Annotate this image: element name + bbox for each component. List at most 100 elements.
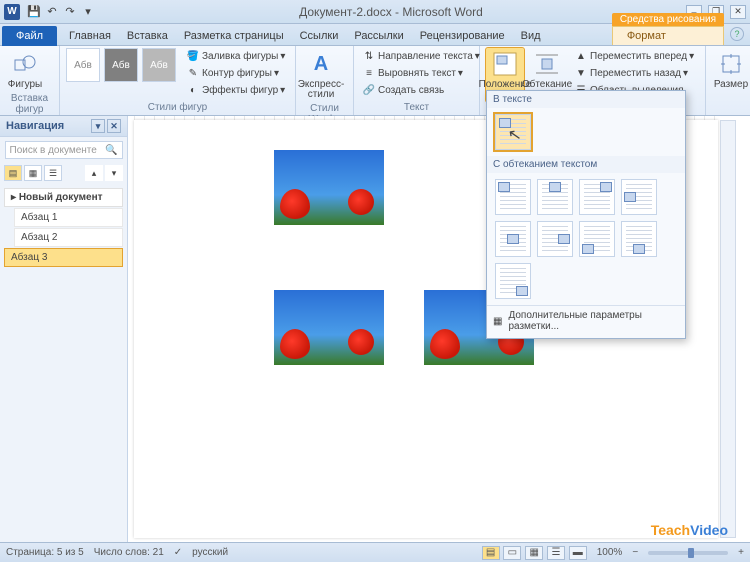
zoom-slider[interactable] bbox=[648, 551, 728, 555]
save-icon[interactable]: 💾 bbox=[26, 4, 42, 20]
pos-top-left[interactable] bbox=[495, 179, 531, 215]
popup-section-inline: В тексте bbox=[487, 91, 685, 108]
search-icon: 🔍 bbox=[105, 145, 117, 156]
pen-icon: ✎ bbox=[186, 66, 200, 80]
shapes-icon bbox=[11, 50, 39, 78]
window-title: Документ-2.docx - Microsoft Word bbox=[96, 5, 686, 19]
nav-item-1[interactable]: Абзац 1 bbox=[14, 208, 123, 227]
tab-review[interactable]: Рецензирование bbox=[412, 27, 513, 45]
status-proofing-icon[interactable]: ✓ bbox=[174, 547, 182, 558]
create-link-button[interactable]: 🔗Создать связь bbox=[360, 82, 482, 98]
popup-section-wrap: С обтеканием текстом bbox=[487, 156, 685, 173]
zoom-out-icon[interactable]: − bbox=[632, 547, 638, 558]
nav-view-tabs: ▤ ▦ ☰ ▴ ▾ bbox=[0, 163, 127, 183]
tab-mailings[interactable]: Рассылки bbox=[346, 27, 411, 45]
view-draft[interactable]: ▬ bbox=[569, 546, 587, 560]
image-1[interactable] bbox=[274, 150, 384, 225]
send-backward-button[interactable]: ▼Переместить назад ▾ bbox=[572, 65, 696, 81]
pos-bot-left[interactable] bbox=[579, 221, 615, 257]
tab-references[interactable]: Ссылки bbox=[292, 27, 347, 45]
pos-top-center[interactable] bbox=[537, 179, 573, 215]
wordart-styles-button[interactable]: A Экспресс-стили bbox=[302, 48, 340, 102]
view-buttons: ▤ ▭ ▦ ☰ ▬ bbox=[481, 546, 587, 560]
bring-forward-button[interactable]: ▲Переместить вперед ▾ bbox=[572, 48, 696, 64]
wrap-icon bbox=[533, 50, 561, 78]
nav-item-3[interactable]: Абзац 3 bbox=[4, 248, 123, 267]
tab-insert[interactable]: Вставка bbox=[119, 27, 176, 45]
direction-icon: ⇅ bbox=[362, 49, 376, 63]
letter-icon: A bbox=[307, 50, 335, 78]
align-text-button[interactable]: ≡Выровнять текст ▾ bbox=[360, 65, 482, 81]
file-tab[interactable]: Файл bbox=[2, 26, 57, 46]
nav-headings-tab[interactable]: ▤ bbox=[4, 165, 22, 181]
tab-view[interactable]: Вид bbox=[513, 27, 549, 45]
zoom-level[interactable]: 100% bbox=[597, 547, 623, 558]
status-bar: Страница: 5 из 5 Число слов: 21 ✓ русски… bbox=[0, 542, 750, 562]
quick-access-toolbar: 💾 ↶ ↷ ▾ bbox=[26, 4, 96, 20]
pos-bot-right[interactable] bbox=[495, 263, 531, 299]
size-icon bbox=[717, 50, 745, 78]
undo-icon[interactable]: ↶ bbox=[44, 4, 60, 20]
shape-fill-button[interactable]: 🪣Заливка фигуры ▾ bbox=[184, 48, 287, 64]
nav-dropdown-icon[interactable]: ▾ bbox=[91, 119, 105, 133]
qat-more-icon[interactable]: ▾ bbox=[80, 4, 96, 20]
vertical-scrollbar[interactable] bbox=[720, 120, 736, 538]
forward-icon: ▲ bbox=[574, 49, 588, 63]
pos-bot-center[interactable] bbox=[621, 221, 657, 257]
nav-tree: ▸ Новый документ Абзац 1 Абзац 2 Абзац 3 bbox=[2, 187, 125, 268]
view-web[interactable]: ▦ bbox=[525, 546, 543, 560]
layout-options-icon: ▦ bbox=[493, 316, 502, 327]
bucket-icon: 🪣 bbox=[186, 49, 200, 63]
style-swatch-2[interactable]: Абв bbox=[104, 48, 138, 82]
shapes-button[interactable]: Фигуры bbox=[6, 48, 44, 92]
contextual-tab-group: Средства рисования Формат bbox=[612, 13, 724, 45]
pos-mid-right[interactable] bbox=[537, 221, 573, 257]
nav-doc-root[interactable]: ▸ Новый документ bbox=[4, 188, 123, 207]
style-swatch-1[interactable]: Абв bbox=[66, 48, 100, 82]
close-icon[interactable]: ✕ bbox=[730, 5, 746, 19]
nav-pages-tab[interactable]: ▦ bbox=[24, 165, 42, 181]
nav-item-2[interactable]: Абзац 2 bbox=[14, 228, 123, 247]
group-size: Размер bbox=[706, 46, 750, 115]
status-page[interactable]: Страница: 5 из 5 bbox=[6, 547, 84, 558]
tab-home[interactable]: Главная bbox=[61, 27, 119, 45]
redo-icon[interactable]: ↷ bbox=[62, 4, 78, 20]
tab-layout[interactable]: Разметка страницы bbox=[176, 27, 292, 45]
style-swatch-3[interactable]: Абв bbox=[142, 48, 176, 82]
status-language[interactable]: русский bbox=[192, 547, 228, 558]
more-layout-options[interactable]: ▦ Дополнительные параметры разметки... bbox=[487, 305, 685, 336]
shape-outline-button[interactable]: ✎Контур фигуры ▾ bbox=[184, 65, 287, 81]
contextual-tab-header: Средства рисования bbox=[612, 13, 724, 26]
nav-up-icon[interactable]: ▴ bbox=[85, 165, 103, 181]
effects-icon: ◐ bbox=[186, 83, 200, 97]
image-2[interactable] bbox=[274, 290, 384, 365]
status-words[interactable]: Число слов: 21 bbox=[94, 547, 164, 558]
tab-format[interactable]: Формат bbox=[612, 26, 724, 45]
nav-close-icon[interactable]: ✕ bbox=[107, 119, 121, 133]
pos-top-right[interactable] bbox=[579, 179, 615, 215]
position-icon bbox=[491, 50, 519, 78]
text-direction-button[interactable]: ⇅Направление текста ▾ bbox=[360, 48, 482, 64]
ribbon-tabs: Файл Главная Вставка Разметка страницы С… bbox=[0, 24, 750, 46]
nav-down-icon[interactable]: ▾ bbox=[105, 165, 123, 181]
watermark: TeachVideo bbox=[651, 522, 728, 538]
backward-icon: ▼ bbox=[574, 66, 588, 80]
shape-effects-button[interactable]: ◐Эффекты фигур ▾ bbox=[184, 82, 287, 98]
view-print-layout[interactable]: ▤ bbox=[482, 546, 500, 560]
navigation-title: Навигация ▾ ✕ bbox=[0, 116, 127, 137]
help-icon[interactable]: ? bbox=[730, 27, 744, 41]
align-icon: ≡ bbox=[362, 66, 376, 80]
pos-mid-center[interactable] bbox=[495, 221, 531, 257]
group-insert-shapes: Фигуры Вставка фигур bbox=[0, 46, 60, 115]
nav-results-tab[interactable]: ☰ bbox=[44, 165, 62, 181]
pos-mid-left[interactable] bbox=[621, 179, 657, 215]
navigation-pane: Навигация ▾ ✕ Поиск в документе 🔍 ▤ ▦ ☰ … bbox=[0, 116, 128, 542]
group-text: ⇅Направление текста ▾ ≡Выровнять текст ▾… bbox=[354, 46, 480, 115]
view-outline[interactable]: ☰ bbox=[547, 546, 565, 560]
nav-search-input[interactable]: Поиск в документе 🔍 bbox=[5, 141, 123, 159]
group-shape-styles: Абв Абв Абв 🪣Заливка фигуры ▾ ✎Контур фи… bbox=[60, 46, 296, 115]
zoom-in-icon[interactable]: + bbox=[738, 547, 744, 558]
app-icon: W bbox=[4, 4, 20, 20]
size-button[interactable]: Размер bbox=[712, 48, 750, 92]
view-fullscreen[interactable]: ▭ bbox=[503, 546, 521, 560]
